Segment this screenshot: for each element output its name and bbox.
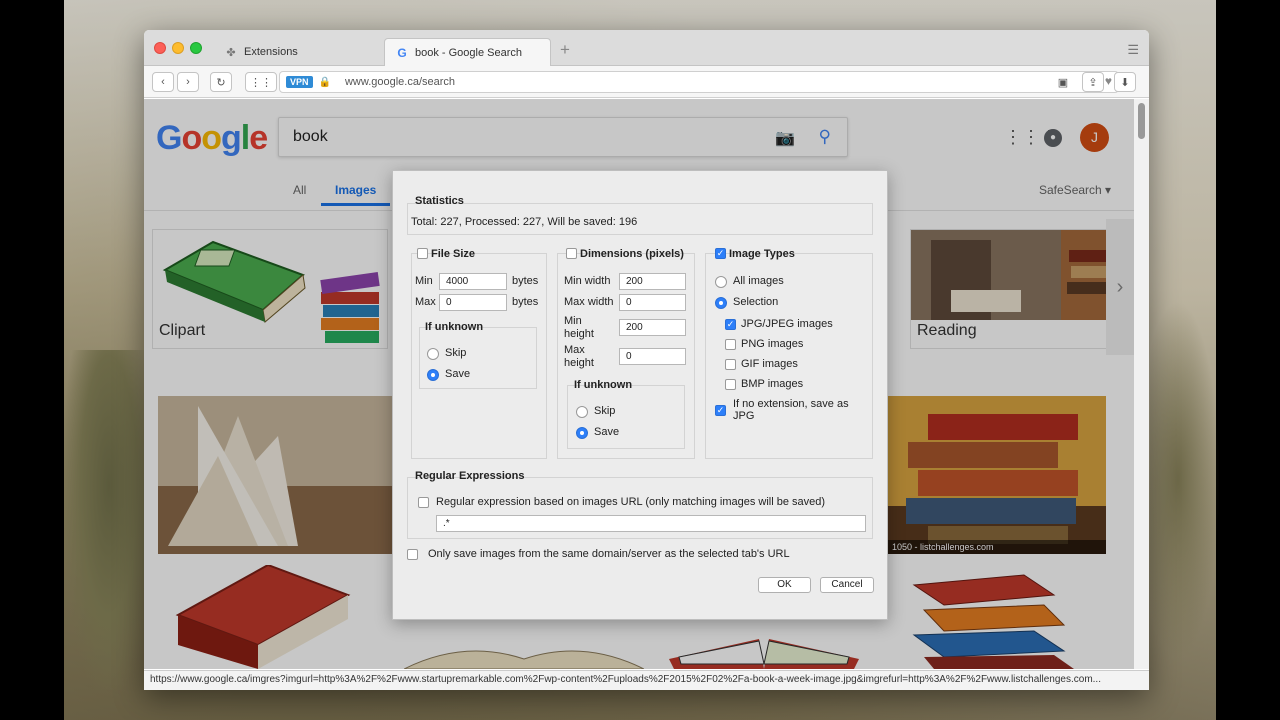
tab-label: Extensions: [244, 46, 298, 58]
vpn-badge[interactable]: VPN: [286, 76, 313, 88]
gif-label: GIF images: [741, 358, 798, 370]
file-size-min-label: Min: [415, 275, 433, 287]
filter-dialog: Statistics Total: 227, Processed: 227, W…: [392, 170, 888, 620]
image-types-title: Image Types: [729, 248, 795, 260]
file-size-save-radio[interactable]: [427, 369, 439, 381]
reload-button[interactable]: ↻: [210, 72, 232, 92]
address-bar[interactable]: VPN 🔒 www.google.ca/search ⛉ ♥: [279, 71, 1119, 93]
png-label: PNG images: [741, 338, 804, 350]
tab-label: book - Google Search: [415, 46, 523, 59]
all-images-label: All images: [733, 275, 784, 287]
dimensions-title: Dimensions (pixels): [580, 248, 684, 260]
heart-icon[interactable]: ♥: [1105, 74, 1112, 89]
scrollbar-thumb[interactable]: [1138, 103, 1145, 139]
status-bar: https://www.google.ca/imgres?imgurl=http…: [144, 670, 1149, 690]
tab-google-search[interactable]: G book - Google Search: [384, 38, 551, 66]
file-size-skip-label: Skip: [445, 347, 467, 359]
speed-dial-grid-button[interactable]: ⋮⋮: [245, 72, 277, 92]
min-width-label: Min width: [564, 275, 611, 287]
regex-label: Regular expression based on images URL (…: [436, 496, 826, 508]
regex-title: Regular Expressions: [415, 470, 525, 482]
snapshot-icon[interactable]: ▣: [1052, 72, 1074, 92]
gif-checkbox[interactable]: [725, 359, 736, 370]
dimensions-unknown-title: If unknown: [574, 379, 633, 391]
image-types-group: [705, 253, 873, 459]
jpg-label: JPG/JPEG images: [741, 318, 833, 330]
dimensions-skip-label: Skip: [594, 405, 616, 417]
no-extension-label: If no extension, save as: [733, 398, 849, 410]
download-button[interactable]: ⬇: [1114, 72, 1136, 92]
same-domain-checkbox[interactable]: [407, 549, 418, 560]
close-window-button[interactable]: [154, 42, 166, 54]
file-size-unit: bytes: [512, 296, 539, 308]
cancel-button[interactable]: Cancel: [820, 577, 874, 593]
statistics-text: Total: 227, Processed: 227, Will be save…: [411, 216, 638, 228]
page-scrollbar[interactable]: [1134, 99, 1149, 669]
min-height-label-2: height: [564, 328, 594, 340]
back-button[interactable]: ‹: [152, 72, 174, 92]
min-width-input[interactable]: [619, 273, 686, 290]
share-button[interactable]: ⇪: [1082, 72, 1104, 92]
url-text[interactable]: www.google.ca/search: [345, 76, 455, 88]
regex-input[interactable]: [436, 515, 866, 532]
all-images-radio[interactable]: [715, 276, 727, 288]
max-height-input[interactable]: [619, 348, 686, 365]
file-size-min-input[interactable]: [439, 273, 507, 290]
min-height-label: Min: [564, 315, 582, 327]
file-size-unknown-title: If unknown: [425, 321, 484, 333]
minimize-window-button[interactable]: [172, 42, 184, 54]
desktop-tree-left: [64, 350, 154, 690]
dimensions-skip-radio[interactable]: [576, 406, 588, 418]
png-checkbox[interactable]: [725, 339, 736, 350]
file-size-save-label: Save: [445, 368, 471, 380]
browser-toolbar: ‹ › ↻ ⋮⋮ VPN 🔒 www.google.ca/search ⛉ ♥ …: [144, 66, 1149, 98]
new-tab-button[interactable]: +: [560, 40, 570, 60]
lock-icon[interactable]: 🔒: [319, 77, 331, 88]
bmp-checkbox[interactable]: [725, 379, 736, 390]
no-extension-checkbox[interactable]: ✓: [715, 405, 726, 416]
file-size-unit: bytes: [512, 275, 539, 287]
forward-button[interactable]: ›: [177, 72, 199, 92]
statistics-title: Statistics: [415, 195, 464, 207]
desktop-tree-right: [1150, 300, 1220, 660]
dimensions-checkbox[interactable]: [566, 248, 577, 259]
tab-menu-icon[interactable]: ☰: [1127, 42, 1139, 58]
selection-radio[interactable]: [715, 297, 727, 309]
max-height-label-2: height: [564, 357, 594, 369]
dimensions-save-label: Save: [594, 426, 620, 438]
zoom-window-button[interactable]: [190, 42, 202, 54]
selection-label: Selection: [733, 296, 779, 308]
ok-button[interactable]: OK: [758, 577, 811, 593]
image-types-checkbox[interactable]: ✓: [715, 248, 726, 259]
google-g-icon: G: [397, 45, 407, 60]
max-width-label: Max width: [564, 296, 614, 308]
tab-bar: ✤ Extensions G book - Google Search + ☰: [144, 30, 1149, 66]
jpg-checkbox[interactable]: ✓: [725, 319, 736, 330]
puzzle-icon: ✤: [226, 46, 236, 59]
tab-extensions[interactable]: ✤ Extensions: [214, 38, 384, 66]
file-size-max-input[interactable]: [439, 294, 507, 311]
file-size-title: File Size: [431, 248, 476, 260]
max-width-input[interactable]: [619, 294, 686, 311]
max-height-label: Max: [564, 344, 585, 356]
regex-checkbox[interactable]: [418, 497, 429, 508]
min-height-input[interactable]: [619, 319, 686, 336]
no-extension-label-2: JPG: [733, 410, 755, 422]
same-domain-label: Only save images from the same domain/se…: [428, 548, 790, 560]
bmp-label: BMP images: [741, 378, 804, 390]
file-size-max-label: Max: [415, 296, 436, 308]
file-size-skip-radio[interactable]: [427, 348, 439, 360]
dimensions-save-radio[interactable]: [576, 427, 588, 439]
file-size-checkbox[interactable]: [417, 248, 428, 259]
